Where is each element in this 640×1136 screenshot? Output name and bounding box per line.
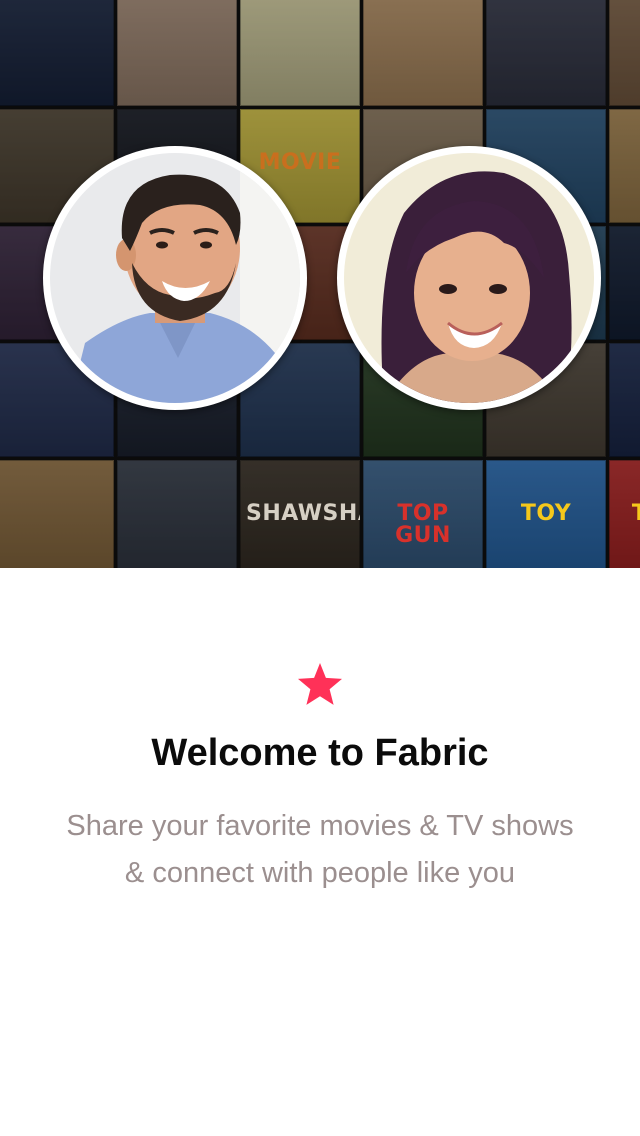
star-icon <box>298 663 342 705</box>
movie-poster: TOY 2 <box>609 460 640 568</box>
movie-poster <box>0 0 114 106</box>
movie-poster-title: TOY 2 <box>631 501 640 527</box>
movie-poster-title: TOP GUN <box>395 501 451 549</box>
avatar-woman <box>337 146 601 410</box>
welcome-subtitle-line-2: & connect with people like you <box>124 857 516 889</box>
movie-poster-title: TOY <box>520 501 572 527</box>
movie-poster <box>240 0 360 106</box>
movie-poster <box>609 226 640 340</box>
movie-poster-title: SHAWSHANK <box>246 501 360 527</box>
movie-poster: SHAWSHANK <box>240 460 360 568</box>
movie-poster <box>0 460 114 568</box>
avatar-man <box>43 146 307 410</box>
movie-poster <box>486 0 606 106</box>
welcome-title: Welcome to Fabric <box>151 732 489 774</box>
movie-poster <box>609 109 640 223</box>
poster-collage: MOVIE SHAWSHANK TOP GUN TOY TOY 2 <box>0 0 640 568</box>
movie-poster: TOY <box>486 460 606 568</box>
avatar-woman-photo <box>344 153 594 403</box>
movie-poster <box>363 0 483 106</box>
movie-poster: TOP GUN <box>363 460 483 568</box>
movie-poster <box>609 0 640 106</box>
welcome-subtitle-line-1: Share your favorite movies & TV shows <box>66 810 574 842</box>
movie-poster <box>117 0 237 106</box>
movie-poster <box>117 460 237 568</box>
welcome-screen: MOVIE SHAWSHANK TOP GUN TOY TOY 2 <box>0 0 640 1136</box>
avatar-man-photo <box>50 153 300 403</box>
movie-poster-title: MOVIE <box>258 150 342 176</box>
movie-poster <box>609 343 640 457</box>
